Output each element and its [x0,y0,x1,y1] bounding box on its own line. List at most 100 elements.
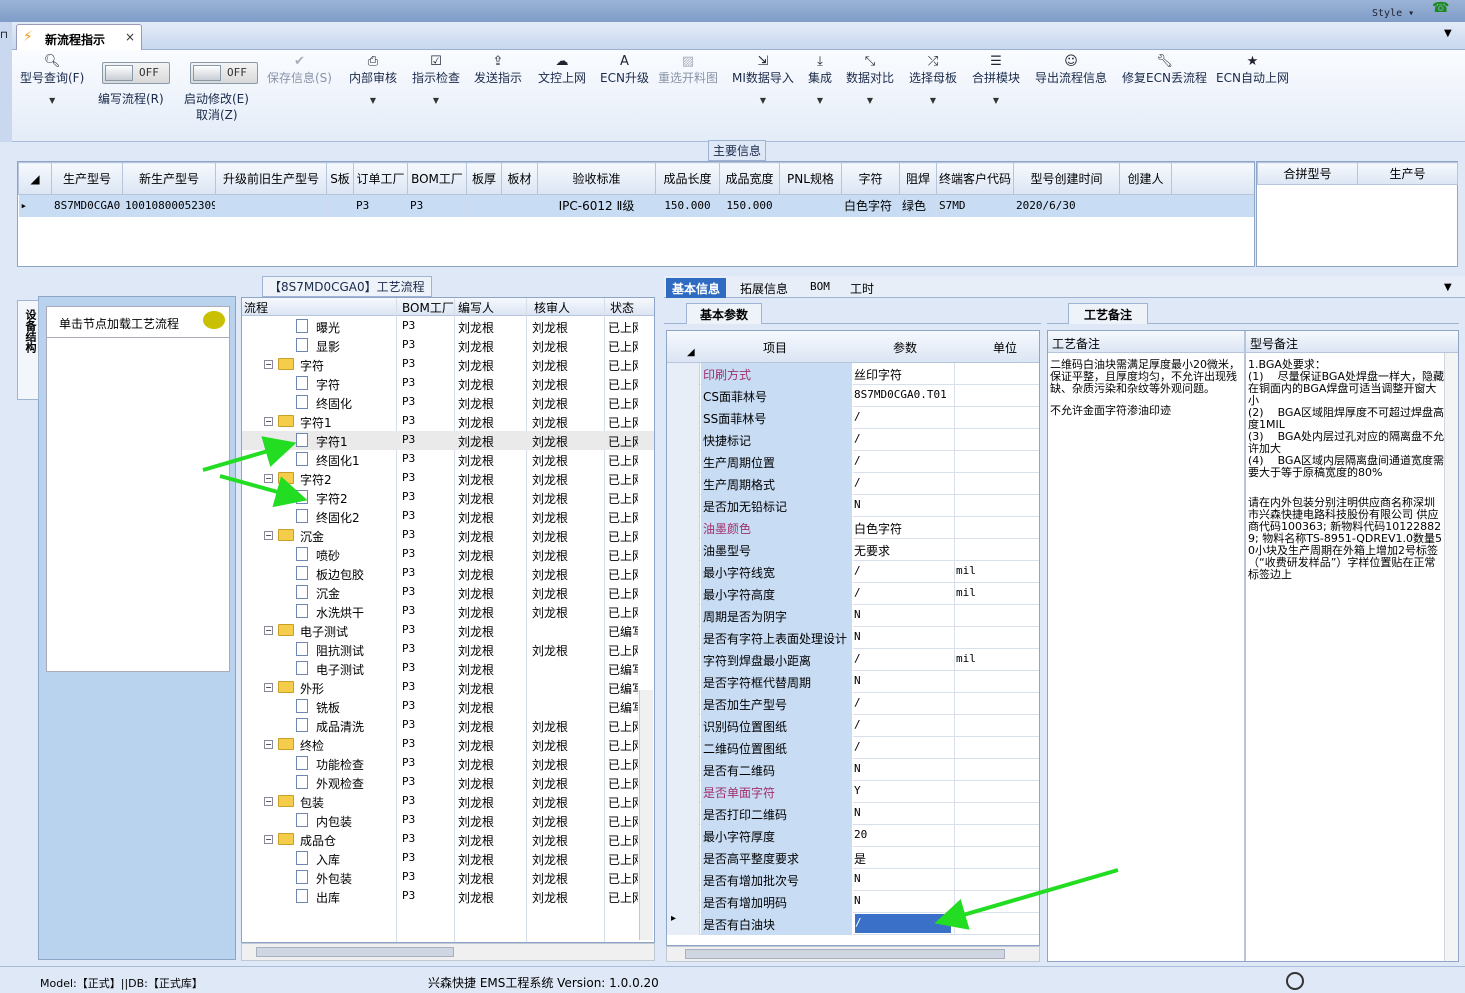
param-value[interactable]: 是 [854,850,952,867]
doc-upload-button[interactable]: ☁ 文控上网 [538,54,586,86]
params-horizontal-scrollbar[interactable] [666,946,1040,962]
row-selector[interactable] [667,539,700,561]
flow-tree-row[interactable]: − 沉金 P3 刘龙根 刘龙根 已上网 [242,526,654,545]
main-col-13[interactable]: 阻焊 [899,162,937,195]
param-value[interactable]: 白色字符 [854,520,952,537]
main-cell-10[interactable]: 150.000 [719,194,780,217]
row-selector[interactable] [667,737,700,759]
row-selector[interactable] [667,627,700,649]
param-row[interactable]: 是否有二维码 N [667,759,1039,781]
param-row[interactable]: 印刷方式 丝印字符 [667,363,1039,385]
row-selector[interactable] [667,693,700,715]
flow-tree-row[interactable]: 出库 P3 刘龙根 刘龙根 已上网 [242,887,654,906]
collapse-icon[interactable]: − [264,417,273,426]
flow-tree-row[interactable]: 板边包胶 P3 刘龙根 刘龙根 已上网 [242,564,654,583]
row-selector[interactable] [667,407,700,429]
param-value[interactable]: / [854,432,952,445]
col-item[interactable]: 项目 [763,339,787,356]
flow-tree-row[interactable]: 显影 P3 刘龙根 刘龙根 已上网 [242,336,654,355]
param-value[interactable]: / [854,652,952,665]
col-writer[interactable]: 编写人 [458,299,494,316]
param-value[interactable]: / [854,586,952,599]
row-selector[interactable] [667,561,700,583]
param-row[interactable]: 是否有增加批次号 N [667,869,1039,891]
param-value[interactable]: / [854,696,952,709]
row-selector[interactable]: ▸ [667,913,700,935]
flow-tree-row[interactable]: 阻抗测试 P3 刘龙根 刘龙根 已上网 [242,640,654,659]
param-row[interactable]: 是否打印二维码 N [667,803,1039,825]
col-merge-model[interactable]: 合拼型号 [1257,162,1358,185]
param-row[interactable]: SS面菲林号 / [667,407,1039,429]
collapse-icon[interactable]: − [264,740,273,749]
select-mother-button[interactable]: ⤮ 选择母板 ▼ [909,54,957,105]
param-row[interactable]: 是否单面字符 Y [667,781,1039,803]
mi-import-button[interactable]: ⇲ MI数据导入 ▼ [732,54,794,105]
collapse-icon[interactable]: − [264,683,273,692]
param-row[interactable]: 是否加生产型号 / [667,693,1039,715]
row-selector[interactable] [667,759,700,781]
param-value[interactable]: / [854,740,952,753]
flow-tree-row[interactable]: 字符2 P3 刘龙根 刘龙根 已上网 [242,488,654,507]
tab-work-hours[interactable]: 工时 [844,278,880,298]
param-value[interactable]: / [854,718,952,731]
param-row[interactable]: 生产周期位置 / [667,451,1039,473]
merge-module-button[interactable]: ☰ 合拼模块 ▼ [972,54,1020,105]
main-cell-15[interactable]: 2020/6/30 [1013,194,1120,217]
send-instruction-button[interactable]: ⇪ 发送指示 [474,54,522,86]
flow-tree-row[interactable]: 成品清洗 P3 刘龙根 刘龙根 已上网 [242,716,654,735]
main-col-15[interactable]: 型号创建时间 [1013,162,1120,195]
tab-bom[interactable]: BOM [804,278,836,298]
param-row[interactable]: 油墨型号 无要求 [667,539,1039,561]
main-col-12[interactable]: 字符 [841,162,900,195]
memo-vertical-scrollbar[interactable] [1444,353,1458,961]
row-selector[interactable] [667,495,700,517]
model-memo-text[interactable]: 1.BGA处要求： (1) 尽量保证BGA处焊盘一样大，隐藏在铜面内的BGA焊盘… [1248,359,1444,591]
close-icon[interactable]: × [125,30,135,44]
collapse-icon[interactable]: − [264,797,273,806]
param-row[interactable]: 是否加无铅标记 N [667,495,1039,517]
param-value[interactable]: / [854,454,952,467]
ecn-upgrade-button[interactable]: A ECN升级 [600,54,649,86]
row-selector[interactable] [667,803,700,825]
chevron-down-icon[interactable]: ▼ [1444,282,1452,293]
param-value[interactable]: Y [854,784,952,797]
main-col-14[interactable]: 终端客户代码 [936,162,1014,195]
row-selector[interactable] [667,847,700,869]
row-selector[interactable] [667,605,700,627]
param-value[interactable]: 无要求 [854,542,952,559]
reselect-cut-button[interactable]: ▨ 重选开料图 [658,54,718,86]
main-cell-11[interactable] [779,194,842,217]
param-value[interactable]: / [854,410,952,423]
flow-tree-row[interactable]: 水洗烘干 P3 刘龙根 刘龙根 已上网 [242,602,654,621]
param-value[interactable]: N [854,498,952,511]
param-value[interactable]: N [854,872,952,885]
write-flow-toggle[interactable]: OFF [102,62,170,84]
row-selector[interactable] [667,451,700,473]
param-row[interactable]: 识别码位置图纸 / [667,715,1039,737]
param-row[interactable]: 是否高平整度要求是 [667,847,1039,869]
flow-tree-row[interactable]: 沉金 P3 刘龙根 刘龙根 已上网 [242,583,654,602]
tab-basic-params[interactable]: 基本参数 [686,303,762,324]
flow-tree-row[interactable]: − 终检 P3 刘龙根 刘龙根 已上网 [242,735,654,754]
collapse-icon[interactable]: − [264,626,273,635]
main-col-6[interactable]: 板厚 [466,162,502,195]
param-value[interactable]: N [854,674,952,687]
ecn-auto-upload-button[interactable]: ★ ECN自动上网 [1216,54,1289,86]
scroll-thumb[interactable] [256,947,454,957]
param-value[interactable]: N [854,630,952,643]
device-tree-area[interactable] [46,338,230,672]
param-value[interactable]: N [854,806,952,819]
param-row[interactable]: 最小字符高度 / mil [667,583,1039,605]
param-row[interactable]: 油墨颜色 白色字符 [667,517,1039,539]
tab-process-memo[interactable]: 工艺备注 [1068,303,1148,324]
model-query-button[interactable]: 🔍︎ 型号查询(F) ▼ [20,54,84,105]
instruction-check-button[interactable]: ☑ 指示检查 ▼ [412,54,460,105]
main-col-5[interactable]: BOM工厂 [407,162,467,195]
main-cell-8[interactable]: IPC-6012 Ⅱ级 [537,194,656,217]
row-selector[interactable] [667,517,700,539]
integrate-button[interactable]: ⤓ 集成 ▼ [808,54,832,105]
param-value[interactable]: 20 [854,828,952,841]
col-reviewer[interactable]: 核审人 [534,299,570,316]
param-row[interactable]: 字符到焊盘最小距离 / mil [667,649,1039,671]
main-col-7[interactable]: 板材 [501,162,538,195]
